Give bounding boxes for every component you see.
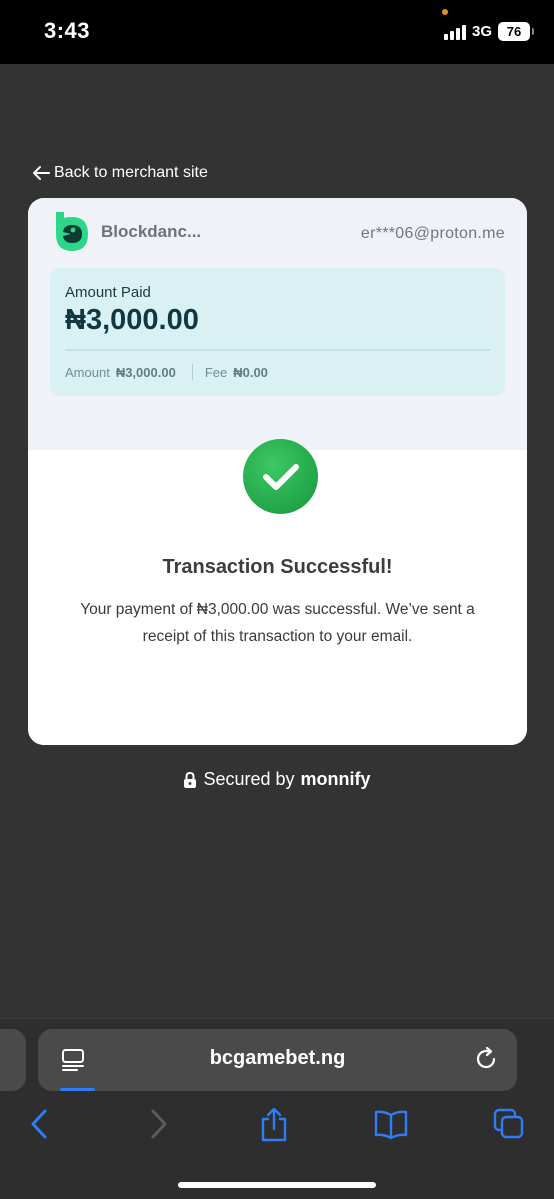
amount-paid-value: ₦3,000.00	[65, 304, 199, 336]
previous-tab-preview[interactable]	[0, 1029, 26, 1091]
status-bar: 3:43 3G 76	[0, 0, 554, 64]
secured-by-badge: Secured by monnify	[0, 769, 554, 790]
back-to-merchant-link[interactable]: Back to merchant site	[32, 164, 208, 182]
amount-breakdown: Amount ₦3,000.00 Fee ₦0.00	[65, 364, 268, 380]
share-icon[interactable]	[259, 1107, 289, 1143]
amount-summary: Amount Paid ₦3,000.00 Amount ₦3,000.00 F…	[50, 268, 505, 396]
arrow-left-icon	[33, 166, 50, 180]
browser-chrome: bcgamebet.ng	[0, 1018, 554, 1199]
monnify-brand: monnify	[300, 769, 371, 789]
home-indicator	[178, 1182, 376, 1188]
network-type: 3G	[471, 23, 492, 40]
merchant-name: Blockdanc...	[101, 222, 202, 241]
privacy-indicator-dot	[442, 9, 448, 15]
user-email: er***06@proton.me	[360, 225, 505, 242]
lock-icon	[184, 771, 197, 788]
amount-paid-label: Amount Paid	[65, 284, 151, 301]
breakdown-separator	[191, 364, 193, 380]
battery-icon: 76	[498, 22, 534, 41]
merchant-info: Blockdanc...	[52, 210, 201, 254]
fee-value: ₦0.00	[233, 364, 268, 380]
reload-icon[interactable]	[473, 1046, 499, 1072]
divider	[65, 349, 490, 351]
result-title: Transaction Successful!	[162, 556, 393, 578]
chevron-right-icon[interactable]	[146, 1107, 170, 1141]
back-link-label: Back to merchant site	[54, 164, 208, 181]
result-message: Your payment of ₦3,000.00 was successful…	[80, 601, 475, 645]
checkout-card: Blockdanc... er***06@proton.me Amount Pa…	[28, 198, 527, 745]
amount-label: Amount	[65, 364, 110, 380]
blockdance-logo-icon	[56, 212, 88, 251]
checkout-header: Blockdanc... er***06@proton.me Amount Pa…	[28, 198, 527, 450]
bookmarks-icon[interactable]	[373, 1107, 409, 1141]
tabs-icon[interactable]	[492, 1107, 526, 1141]
checkmark-icon	[243, 439, 318, 514]
chevron-left-icon[interactable]	[28, 1107, 52, 1141]
battery-level: 76	[506, 24, 522, 39]
address-bar[interactable]: bcgamebet.ng	[38, 1029, 517, 1091]
secured-by-label: Secured by	[203, 769, 295, 789]
reader-active-indicator	[60, 1088, 95, 1091]
cellular-signal-icon	[443, 24, 466, 40]
url-text[interactable]: bcgamebet.ng	[38, 1047, 517, 1070]
fee-label: Fee	[204, 364, 228, 380]
status-time: 3:43	[44, 18, 91, 43]
amount-value: ₦3,000.00	[115, 364, 176, 380]
status-indicators: 3G 76	[443, 22, 534, 41]
